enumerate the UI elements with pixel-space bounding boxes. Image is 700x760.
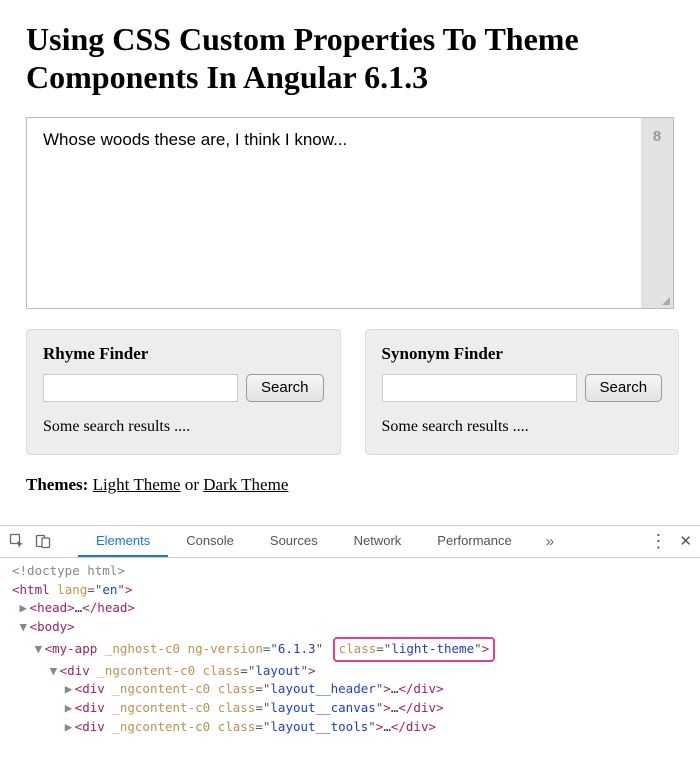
code-div4: div — [82, 719, 105, 734]
dark-theme-link[interactable]: Dark Theme — [203, 475, 288, 494]
synonym-finder-results: Some search results .... — [382, 418, 663, 436]
code-nghost: _nghost-c0 — [105, 641, 180, 656]
code-ngc2: _ngcontent-c0 — [112, 681, 210, 696]
synonym-finder-input[interactable] — [382, 374, 577, 402]
page-title: Using CSS Custom Properties To Theme Com… — [26, 20, 674, 97]
inspect-icon[interactable] — [8, 532, 26, 550]
synonym-finder-row: Search — [382, 374, 663, 402]
code-layout-canvas: layout__canvas — [270, 700, 375, 715]
highlighted-attribute: class="light-theme"> — [333, 637, 496, 662]
code-head: head — [37, 600, 67, 615]
devtools-tabs: Elements Console Sources Network Perform… — [78, 525, 530, 557]
code-doctype: <!doctype html> — [12, 563, 125, 578]
code-div2: div — [82, 681, 105, 696]
kebab-menu-icon[interactable]: ⋮ — [649, 531, 665, 552]
tab-performance[interactable]: Performance — [419, 525, 529, 557]
code-body: body — [37, 619, 67, 634]
rhyme-finder-title: Rhyme Finder — [43, 344, 324, 364]
tab-sources[interactable]: Sources — [252, 525, 336, 557]
devtools-panel: Elements Console Sources Network Perform… — [0, 525, 700, 743]
code-lighttheme-val: light-theme — [391, 641, 474, 656]
code-html-lang: en — [102, 582, 117, 597]
code-class1: class — [203, 663, 241, 678]
light-theme-link[interactable]: Light Theme — [93, 475, 181, 494]
elements-tree[interactable]: <!doctype html> <html lang="en"> ▶<head>… — [0, 558, 700, 743]
rhyme-finder-search-button[interactable]: Search — [246, 374, 324, 402]
code-ngversion-attr: ng-version — [188, 641, 263, 656]
rhyme-finder-panel: Rhyme Finder Search Some search results … — [26, 329, 341, 455]
code-class-attr: class — [339, 641, 377, 656]
code-layout-tools: layout__tools — [270, 719, 368, 734]
finders-row: Rhyme Finder Search Some search results … — [26, 329, 674, 455]
tab-elements[interactable]: Elements — [78, 525, 168, 557]
resize-handle-icon[interactable] — [662, 297, 670, 305]
rhyme-finder-input[interactable] — [43, 374, 238, 402]
synonym-finder-search-button[interactable]: Search — [585, 374, 663, 402]
devtools-toolbar-right: ⋮ ✕ — [649, 531, 692, 552]
code-class3: class — [218, 700, 256, 715]
themes-or: or — [185, 475, 203, 494]
code-myapp: my-app — [52, 641, 97, 656]
rhyme-finder-results: Some search results .... — [43, 418, 324, 436]
code-head-close: head — [97, 600, 127, 615]
code-layout-header: layout__header — [270, 681, 375, 696]
code-div1: div — [67, 663, 90, 678]
themes-line: Themes: Light Theme or Dark Theme — [26, 475, 674, 495]
rhyme-finder-row: Search — [43, 374, 324, 402]
code-ngc4: _ngcontent-c0 — [112, 719, 210, 734]
code-html-tag: html — [20, 582, 50, 597]
synonym-finder-title: Synonym Finder — [382, 344, 663, 364]
editor-box: 8 — [26, 117, 674, 309]
code-layout-val: layout — [255, 663, 300, 678]
close-icon[interactable]: ✕ — [679, 532, 692, 550]
synonym-finder-panel: Synonym Finder Search Some search result… — [365, 329, 680, 455]
word-count: 8 — [641, 118, 673, 308]
devtools-toolbar: Elements Console Sources Network Perform… — [0, 526, 700, 558]
device-toggle-icon[interactable] — [34, 532, 52, 550]
themes-label: Themes: — [26, 475, 88, 494]
code-div4c: div — [406, 719, 429, 734]
code-class4: class — [218, 719, 256, 734]
code-div3c: div — [413, 700, 436, 715]
code-div3: div — [82, 700, 105, 715]
code-class2: class — [218, 681, 256, 696]
tab-network[interactable]: Network — [336, 525, 420, 557]
tab-console[interactable]: Console — [168, 525, 252, 557]
editor-textarea[interactable] — [27, 118, 641, 308]
code-ngc1: _ngcontent-c0 — [97, 663, 195, 678]
code-ngc3: _ngcontent-c0 — [112, 700, 210, 715]
more-tabs-icon[interactable]: » — [546, 533, 554, 550]
code-div2c: div — [413, 681, 436, 696]
code-html-attr: lang — [57, 582, 87, 597]
code-ngversion-val: 6.1.3 — [278, 641, 316, 656]
